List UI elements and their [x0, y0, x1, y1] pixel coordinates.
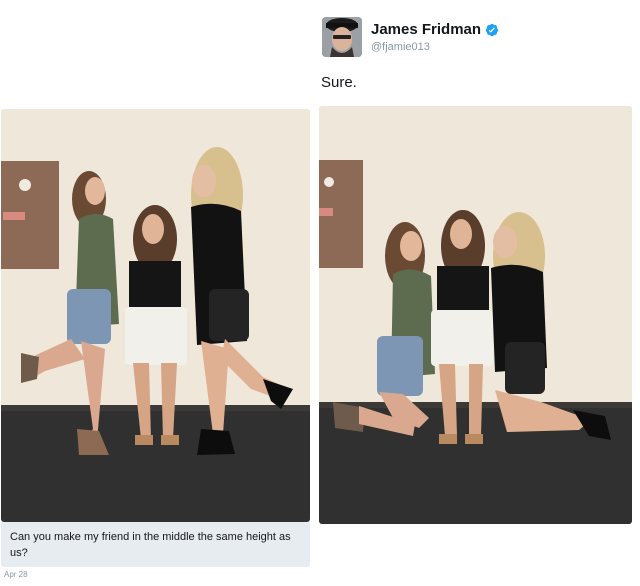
original-photo-image [1, 109, 310, 522]
original-photo[interactable] [1, 109, 310, 522]
author-avatar[interactable] [322, 17, 362, 57]
edited-photo[interactable] [319, 106, 632, 524]
request-text: Can you make my friend in the middle the… [10, 531, 291, 559]
author-handle[interactable]: @fjamie013 [371, 41, 430, 53]
author-name[interactable]: James Fridman [371, 21, 481, 38]
post-date[interactable]: Apr 28 [4, 570, 28, 579]
edited-photo-image [319, 106, 632, 524]
request-caption: Can you make my friend in the middle the… [1, 522, 310, 567]
avatar-image [322, 17, 362, 57]
reply-text: Sure. [321, 74, 357, 91]
verified-badge-icon [485, 23, 499, 37]
